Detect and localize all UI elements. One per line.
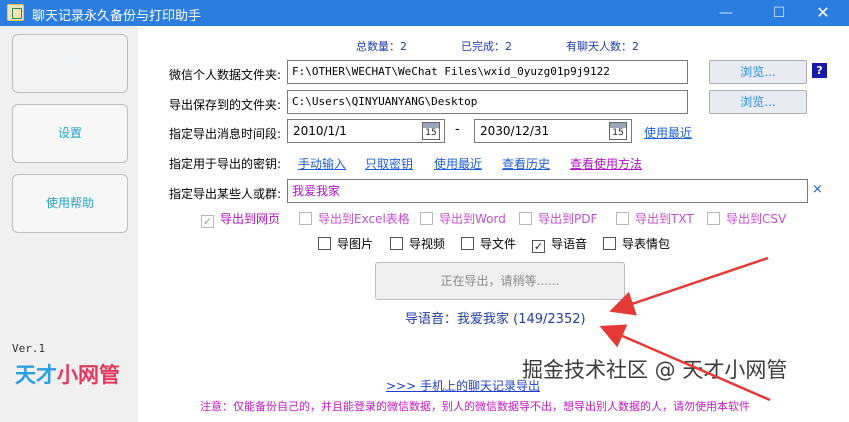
data-folder-input[interactable]: F:\OTHER\WECHAT\WeChat Files\wxid_0yuzg0… — [287, 60, 688, 84]
key-usage-guide-link[interactable]: 查看使用方法 — [570, 155, 642, 172]
target-label: 指定导出某些人或群: — [169, 187, 282, 201]
media-checkbox-video[interactable]: 导视频 — [390, 235, 445, 252]
checkbox-icon: ✓ — [532, 240, 545, 253]
key-manual-input-link[interactable]: 手动输入 — [298, 155, 346, 172]
format-checkbox-word[interactable]: 导出到Word — [420, 210, 506, 227]
format-checkbox-txt[interactable]: 导出到TXT — [616, 210, 694, 227]
save-folder-label: 导出保存到的文件夹: — [169, 98, 282, 112]
checkbox-icon — [318, 237, 331, 250]
checkbox-icon — [461, 237, 474, 250]
start-date-value: 2010/1/1 — [293, 124, 347, 138]
media-label: 导图片 — [337, 237, 374, 251]
format-checkbox-csv[interactable]: 导出到CSV — [707, 210, 786, 227]
format-checkbox-pdf[interactable]: 导出到PDF — [519, 210, 597, 227]
key-view-history-link[interactable]: 查看历史 — [502, 155, 550, 172]
checkbox-icon — [603, 237, 616, 250]
format-label: 导出到Word — [439, 212, 506, 226]
window-title: 聊天记录永久备份与打印助手 — [32, 9, 202, 24]
key-fetch-only-link[interactable]: 只取密钥 — [365, 155, 413, 172]
browse-data-folder-button[interactable]: 浏览... — [709, 60, 807, 84]
format-label: 导出到Excel表格 — [318, 212, 410, 226]
media-checkbox-image[interactable]: 导图片 — [318, 235, 373, 252]
key-use-recent-link[interactable]: 使用最近 — [434, 155, 482, 172]
minimize-button[interactable]: — — [703, 0, 749, 26]
checkbox-icon — [707, 212, 720, 225]
version-label: Ver.1 — [12, 342, 46, 355]
mobile-export-link[interactable]: >>> 手机上的聊天记录导出 — [386, 377, 540, 394]
media-label: 导文件 — [480, 237, 517, 251]
brand-part-2: 小网管 — [57, 363, 120, 387]
media-checkbox-sticker[interactable]: 导表情包 — [603, 235, 670, 252]
data-folder-label: 微信个人数据文件夹: — [169, 68, 282, 82]
date-separator: - — [455, 122, 460, 137]
watermark-text: 掘金技术社区 @ 天才小网管 — [522, 358, 788, 382]
time-range-label: 指定导出消息时间段: — [169, 127, 282, 141]
checkbox-icon: ✓ — [201, 215, 214, 228]
checkbox-icon — [616, 212, 629, 225]
close-button[interactable]: ✕ — [800, 0, 846, 26]
app-icon — [7, 4, 24, 21]
title-bar: 聊天记录永久备份与打印助手 — ☐ ✕ — [0, 0, 849, 26]
sidebar: 工作 设置 使用帮助 Ver.1 天才小网管 — [0, 26, 138, 422]
checkbox-icon — [299, 212, 312, 225]
calendar-icon[interactable]: 15 — [609, 122, 627, 140]
brand-logo: 天才小网管 — [15, 359, 120, 389]
export-progress-text: 导语音：我爱我家 (149/2352) — [405, 312, 586, 327]
format-checkbox-webpage[interactable]: ✓ 导出到网页 — [201, 210, 280, 228]
checkbox-icon — [420, 212, 433, 225]
clear-target-icon[interactable]: × — [812, 182, 823, 197]
media-label: 导表情包 — [622, 237, 671, 251]
media-label: 导语音 — [551, 237, 588, 251]
brand-part-1: 天才 — [15, 363, 57, 387]
calendar-icon[interactable]: 15 — [422, 122, 440, 140]
end-date-picker[interactable]: 2030/12/31 15 — [474, 119, 632, 143]
export-button[interactable]: 正在导出，请稍等...... — [375, 262, 625, 300]
format-label: 导出到网页 — [220, 212, 281, 226]
key-label: 指定用于导出的密钥: — [169, 157, 282, 171]
notice-text: 注意：仅能备份自己的，并且能登录的微信数据，别人的微信数据导不出，想导出别人数据… — [200, 400, 750, 413]
media-checkbox-file[interactable]: 导文件 — [461, 235, 516, 252]
target-input[interactable]: 我爱我家 — [287, 179, 808, 203]
format-checkbox-excel[interactable]: 导出到Excel表格 — [299, 210, 410, 227]
stat-done: 已完成：2 — [461, 40, 512, 53]
format-label: 导出到TXT — [635, 212, 694, 226]
format-label: 导出到PDF — [538, 212, 598, 226]
media-checkbox-voice[interactable]: ✓ 导语音 — [532, 235, 587, 253]
stat-contacts: 有聊天人数：2 — [566, 40, 639, 53]
end-date-value: 2030/12/31 — [480, 124, 550, 138]
help-icon[interactable]: ? — [812, 63, 827, 78]
sidebar-button-settings[interactable]: 设置 — [12, 104, 128, 163]
save-folder-input[interactable]: C:\Users\QINYUANYANG\Desktop — [287, 90, 688, 114]
sidebar-button-help[interactable]: 使用帮助 — [12, 174, 128, 233]
stat-total: 总数量：2 — [356, 40, 407, 53]
checkbox-icon — [519, 212, 532, 225]
format-label: 导出到CSV — [726, 212, 787, 226]
checkbox-icon — [390, 237, 403, 250]
maximize-button[interactable]: ☐ — [756, 0, 802, 26]
start-date-picker[interactable]: 2010/1/1 15 — [287, 119, 445, 143]
browse-save-folder-button[interactable]: 浏览... — [709, 90, 807, 114]
use-recent-time-link[interactable]: 使用最近 — [644, 124, 692, 141]
sidebar-button-work[interactable]: 工作 — [12, 34, 128, 93]
media-label: 导视频 — [409, 237, 446, 251]
